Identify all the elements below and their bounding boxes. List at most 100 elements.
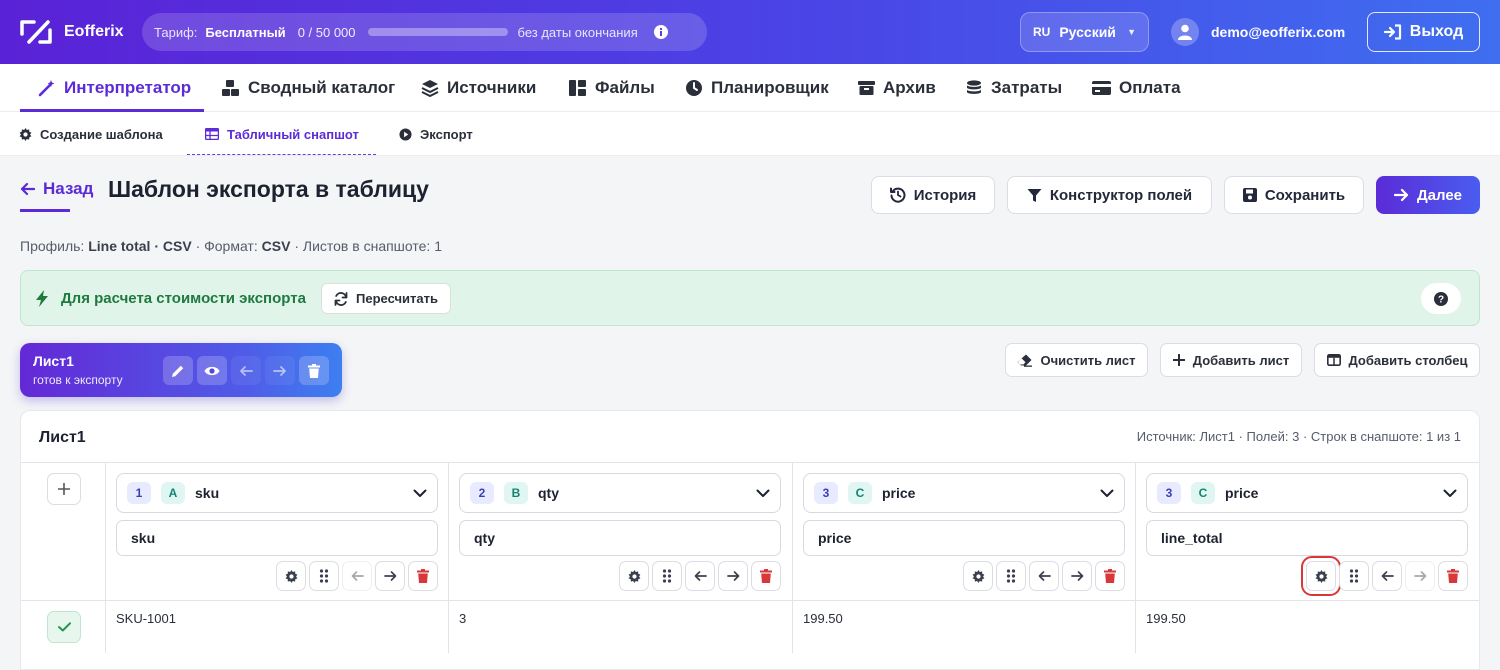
column-letter-badge: A <box>161 482 185 504</box>
add-sheet-label: Добавить лист <box>1192 352 1290 368</box>
column-move-right-button[interactable] <box>375 561 405 591</box>
column-move-right-button[interactable] <box>718 561 748 591</box>
user-menu[interactable]: demo@eofferix.com <box>1171 18 1345 46</box>
column-settings-button[interactable] <box>1301 556 1341 596</box>
column-delete-button[interactable] <box>1438 561 1468 591</box>
preview-sheet-button[interactable] <box>197 356 227 385</box>
logout-button[interactable]: Выход <box>1367 12 1480 52</box>
column-delete-button[interactable] <box>751 561 781 591</box>
clear-sheet-button[interactable]: Очистить лист <box>1005 343 1148 377</box>
clear-sheet-label: Очистить лист <box>1040 352 1136 368</box>
column-source-select[interactable]: 1 A sku <box>116 473 438 513</box>
magic-wand-icon <box>38 79 56 97</box>
column-move-left-button[interactable] <box>342 561 372 591</box>
help-button[interactable]: ? <box>1421 283 1461 314</box>
column-actions <box>963 561 1125 593</box>
grip-icon <box>662 569 672 583</box>
column-settings-button[interactable] <box>963 561 993 591</box>
arrow-right-icon <box>1070 570 1084 582</box>
column-move-right-button[interactable] <box>1062 561 1092 591</box>
column-delete-button[interactable] <box>1095 561 1125 591</box>
nav-item-files[interactable]: Файлы <box>568 64 655 112</box>
nav-item-catalog[interactable]: Сводный каталог <box>221 64 395 112</box>
nav-item-costs[interactable]: Затраты <box>965 64 1062 112</box>
add-column-button[interactable]: Добавить столбец <box>1314 343 1480 377</box>
sheet-card-info: Источник: Лист1 · Полей: 3 · Строк в сна… <box>1136 429 1461 444</box>
tariff-pill: Тариф: Бесплатный 0 / 50 000 без даты ок… <box>142 13 707 51</box>
nav-label: Планировщик <box>711 78 829 97</box>
play-icon <box>399 127 412 141</box>
tariff-expiry: без даты окончания <box>517 24 638 40</box>
column-move-left-button[interactable] <box>1372 561 1402 591</box>
row-check-button[interactable] <box>47 611 81 643</box>
column-source-select[interactable]: 2 B qty <box>459 473 781 513</box>
column-delete-button[interactable] <box>408 561 438 591</box>
table-cell: 3 <box>459 611 467 626</box>
subnav-item-export[interactable]: Экспорт <box>399 112 473 156</box>
subnav-label: Табличный снапшот <box>227 126 359 142</box>
column-drag-handle[interactable] <box>996 561 1026 591</box>
nav-item-sources[interactable]: Источники <box>421 64 536 112</box>
recalculate-label: Пересчитать <box>356 291 438 306</box>
field-builder-button[interactable]: Конструктор полей <box>1007 176 1212 214</box>
move-sheet-left-button[interactable] <box>231 356 261 385</box>
column-drag-handle[interactable] <box>309 561 339 591</box>
table-cell: 199.50 <box>1146 611 1186 626</box>
sheet-tab[interactable]: Лист1 готов к экспорту <box>20 343 342 397</box>
app-name: Eofferix <box>64 23 124 40</box>
nav-label: Источники <box>447 78 537 97</box>
logo-icon <box>20 19 52 45</box>
nav-label: Оплата <box>1119 78 1181 97</box>
rename-sheet-button[interactable] <box>163 356 193 385</box>
eraser-icon <box>1017 354 1033 367</box>
column-settings-button[interactable] <box>276 561 306 591</box>
column-settings-button[interactable] <box>619 561 649 591</box>
info-icon[interactable] <box>653 25 668 39</box>
column-move-right-button[interactable] <box>1405 561 1435 591</box>
nav-item-payment[interactable]: Оплата <box>1092 64 1181 112</box>
table-icon <box>205 128 219 140</box>
subnav-item-template[interactable]: Создание шаблона <box>19 112 163 156</box>
nav-label: Сводный каталог <box>248 78 396 97</box>
save-button[interactable]: Сохранить <box>1224 176 1364 214</box>
recalculate-button[interactable]: Пересчитать <box>321 283 451 314</box>
nav-item-interpreter[interactable]: Интерпретатор <box>38 64 191 112</box>
history-button[interactable]: История <box>871 176 995 214</box>
column-drag-handle[interactable] <box>1339 561 1369 591</box>
nav-label: Файлы <box>595 78 655 97</box>
column-actions <box>1301 556 1468 596</box>
user-email: demo@eofferix.com <box>1211 24 1346 40</box>
grip-icon <box>1006 569 1016 583</box>
subnav-item-snapshot[interactable]: Табличный снапшот <box>205 112 359 156</box>
column-name-input[interactable]: qty <box>459 520 781 556</box>
column-name-input[interactable]: line_total <box>1146 520 1468 556</box>
add-row-button[interactable] <box>47 473 81 505</box>
delete-sheet-button[interactable] <box>299 356 329 385</box>
nav-item-scheduler[interactable]: Планировщик <box>685 64 829 112</box>
column-name-input[interactable]: sku <box>116 520 438 556</box>
column-source-select[interactable]: 3 C price <box>1146 473 1468 513</box>
column-letter-badge: C <box>1191 482 1215 504</box>
sheet-tab-name: Лист1 <box>33 353 74 369</box>
column-source-select[interactable]: 3 C price <box>803 473 1125 513</box>
next-button[interactable]: Далее <box>1376 176 1480 214</box>
add-sheet-button[interactable]: Добавить лист <box>1160 343 1302 377</box>
column-move-left-button[interactable] <box>685 561 715 591</box>
eye-icon <box>204 365 220 377</box>
sub-nav: Создание шаблона Табличный снапшот Экспо… <box>0 112 1500 156</box>
sheet-tab-status: готов к экспорту <box>33 373 123 387</box>
floppy-icon <box>1242 188 1257 202</box>
column-source-name: sku <box>195 485 220 501</box>
language-select[interactable]: RU Русский ▼ <box>1020 12 1149 52</box>
logo[interactable]: Eofferix <box>20 18 124 46</box>
arrow-left-icon <box>694 570 707 582</box>
back-link[interactable]: Назад <box>20 179 93 199</box>
column-name-input[interactable]: price <box>803 520 1125 556</box>
cost-notice: Для расчета стоимости экспорта Пересчита… <box>20 270 1480 326</box>
column-drag-handle[interactable] <box>652 561 682 591</box>
tariff-progress-bar <box>367 28 508 36</box>
tariff-count: 0 / 50 000 <box>297 24 356 40</box>
move-sheet-right-button[interactable] <box>265 356 295 385</box>
column-move-left-button[interactable] <box>1029 561 1059 591</box>
nav-item-archive[interactable]: Архив <box>858 64 936 112</box>
